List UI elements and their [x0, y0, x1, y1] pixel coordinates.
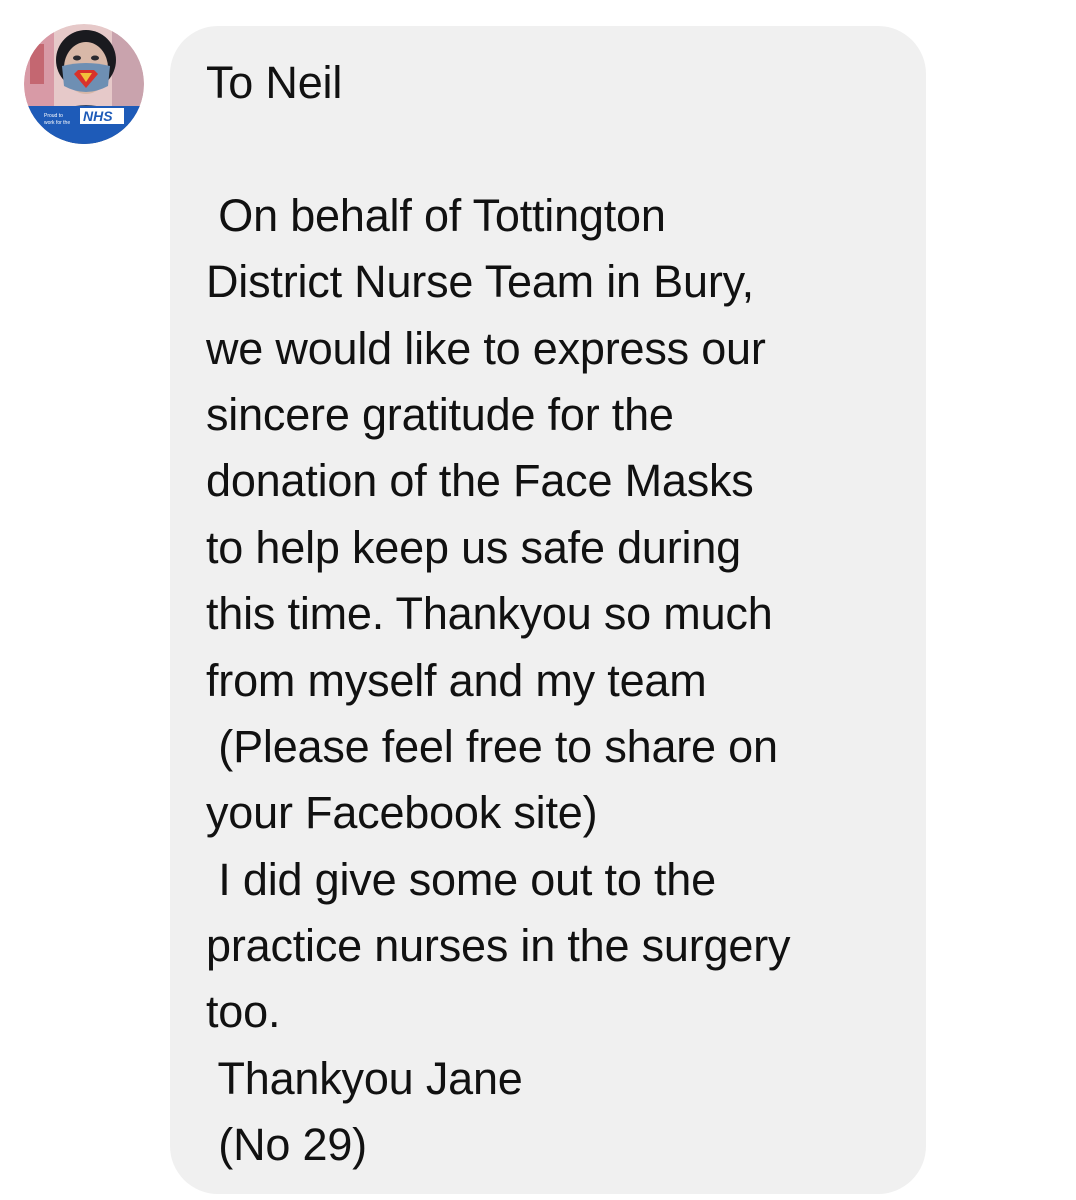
message-line: to help keep us safe during	[206, 521, 741, 573]
avatar-caption-1: Proud to	[44, 113, 63, 119]
sender-avatar[interactable]: Proud to work for the NHS	[24, 24, 144, 144]
message-line: To Neil	[206, 57, 343, 108]
message-line: District Nurse Team in Bury,	[206, 256, 754, 308]
avatar-caption-2: work for the	[44, 120, 70, 126]
message-line: practice nurses in the surgery	[206, 920, 791, 972]
message-line: donation of the Face Masks	[206, 455, 754, 507]
message-line: (No 29)	[206, 1119, 367, 1171]
message-line: we would like to express our	[206, 322, 766, 374]
message-line: this time. Thankyou so much	[206, 588, 773, 640]
message-line: too.	[206, 986, 281, 1038]
message-thread: Proud to work for the NHS To Neil On beh…	[0, 0, 1076, 1200]
nhs-badge-text: NHS	[83, 108, 113, 124]
message-line: On behalf of Tottington	[206, 189, 666, 241]
message-line	[206, 116, 906, 182]
message-bubble[interactable]: To Neil On behalf of Tottington District…	[170, 26, 926, 1194]
message-line: your Facebook site)	[206, 787, 598, 839]
message-line: sincere gratitude for the	[206, 388, 674, 440]
avatar-image: Proud to work for the NHS	[24, 24, 144, 144]
message-line: from myself and my team	[206, 654, 707, 706]
message-line: I did give some out to the	[206, 853, 716, 905]
message-line: Thankyou Jane	[206, 1052, 523, 1104]
message-line: (Please feel free to share on	[206, 720, 778, 772]
